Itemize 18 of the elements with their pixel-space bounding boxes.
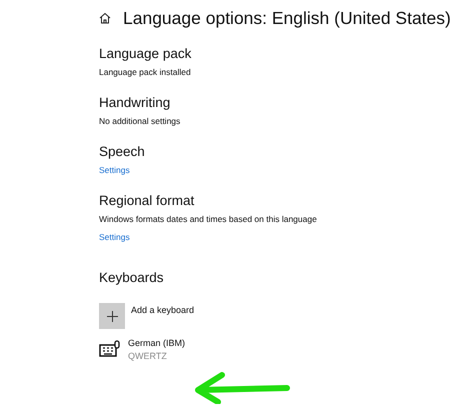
add-keyboard-label[interactable]: Add a keyboard: [131, 305, 194, 315]
settings-link[interactable]: Settings: [99, 232, 130, 242]
add-keyboard-button[interactable]: [99, 303, 125, 329]
section-heading: Regional format: [99, 192, 196, 210]
section-heading: Language pack: [99, 45, 192, 63]
description-text: Windows formats dates and times based on this language: [99, 214, 317, 224]
section-heading: Speech: [99, 143, 146, 161]
section-heading: Handwriting: [99, 94, 172, 112]
keyboard-name[interactable]: German (IBM): [128, 337, 186, 350]
home-icon[interactable]: [99, 12, 111, 24]
keyboard-layout: QWERTZ: [128, 350, 168, 363]
description-text: No additional settings: [99, 116, 180, 126]
settings-link[interactable]: Settings: [99, 165, 130, 175]
description-text: Language pack installed: [99, 67, 191, 77]
page-title: Language options: English (United States): [123, 8, 451, 28]
keyboard-icon: [99, 340, 121, 358]
section-heading: Keyboards: [99, 269, 165, 287]
plus-icon: [106, 310, 118, 322]
